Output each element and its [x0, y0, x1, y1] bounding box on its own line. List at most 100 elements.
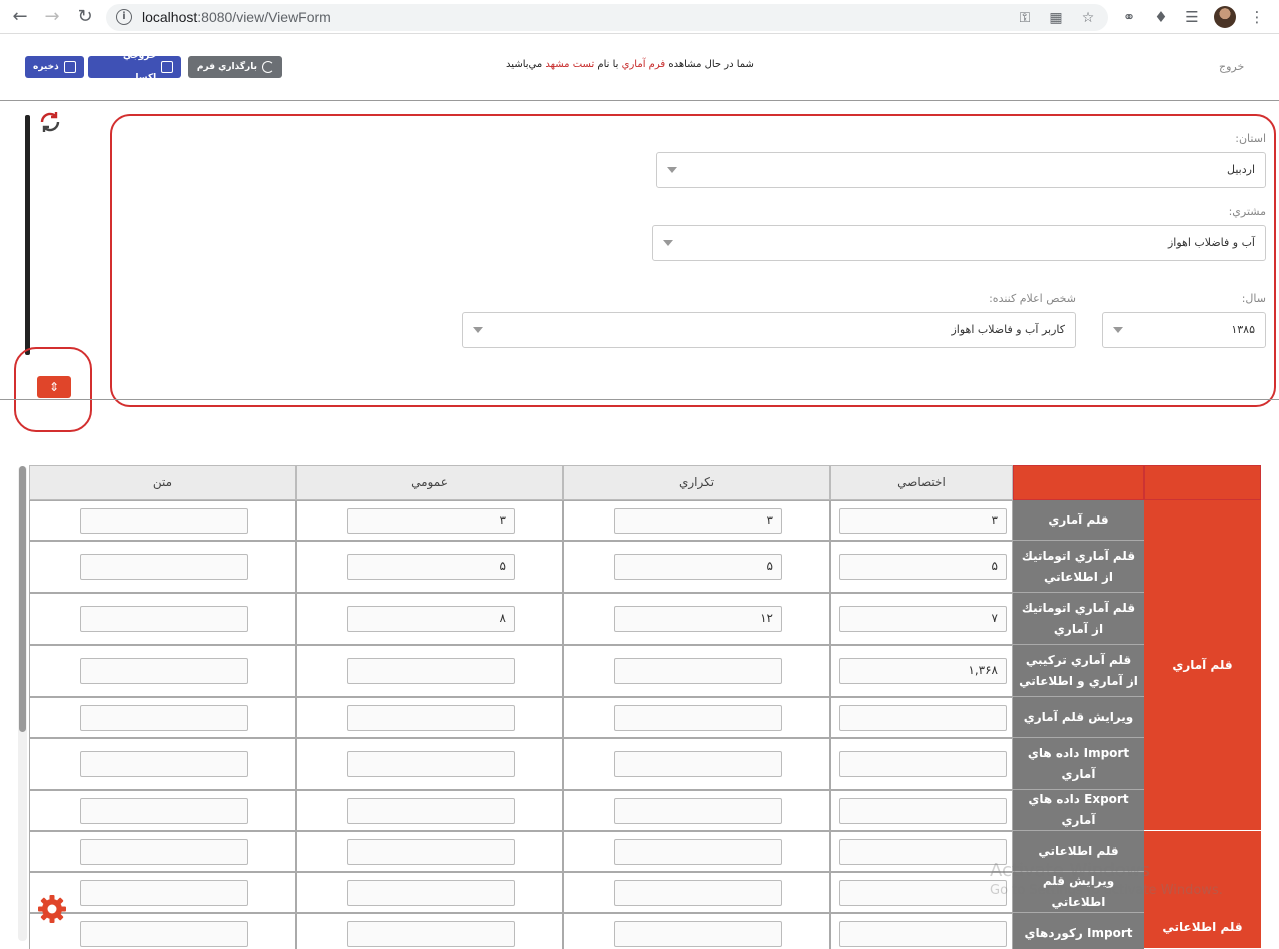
table-cell-general — [296, 645, 563, 697]
splitter-rail[interactable] — [25, 115, 30, 355]
value-input-text[interactable] — [80, 606, 248, 632]
value-input-text[interactable] — [80, 879, 248, 906]
value-input-text[interactable] — [80, 797, 248, 824]
customer-select[interactable]: آب و فاضلاب اهواز — [652, 225, 1266, 261]
value-input-text[interactable] — [80, 554, 248, 580]
table-cell-repeated — [563, 645, 830, 697]
value-input-repeated[interactable] — [614, 920, 782, 947]
watermark-title: Activate Windows — [990, 860, 1150, 881]
table-cell-specific — [830, 790, 1013, 831]
province-select[interactable]: اردبيل — [656, 152, 1266, 188]
value-input-text[interactable] — [80, 704, 248, 731]
column-header-general: عمومي — [296, 465, 563, 500]
value-input-general[interactable] — [347, 838, 515, 865]
value-input-general[interactable] — [347, 751, 515, 777]
media-queue-icon[interactable]: ☰ — [1183, 8, 1201, 26]
table-cell-repeated: ۱۲ — [563, 593, 830, 645]
value-input-specific[interactable] — [839, 751, 1007, 777]
value-input-specific[interactable] — [839, 838, 1007, 865]
exit-link[interactable]: خروج — [1219, 60, 1244, 73]
table-cell-repeated — [563, 831, 830, 872]
msg-part2: با نام — [594, 59, 622, 70]
value-input-repeated[interactable]: ۳ — [614, 507, 782, 534]
column-header-text: متن — [29, 465, 296, 500]
key-icon[interactable]: ⚿ — [1016, 9, 1034, 27]
table-cell-specific: ۱,۳۶۸ — [830, 645, 1013, 697]
value-input-specific[interactable]: ۵ — [839, 554, 1007, 580]
excel-export-button[interactable]: خروجي اكسل — [88, 51, 181, 83]
value-input-text[interactable] — [80, 920, 248, 947]
value-input-specific[interactable]: ۱,۳۶۸ — [839, 658, 1007, 684]
url-text[interactable]: localhost:8080/view/ViewForm — [142, 9, 331, 25]
value-input-text[interactable] — [80, 658, 248, 684]
value-input-general[interactable] — [347, 797, 515, 824]
province-value: اردبيل — [1227, 163, 1255, 176]
browser-toolbar: ← → ↻ i localhost:8080/view/ViewForm ⚿ ▦… — [0, 0, 1279, 34]
save-button[interactable]: ذخيره — [25, 56, 84, 78]
value-input-specific[interactable]: ۳ — [839, 507, 1007, 534]
table-cell-repeated — [563, 913, 830, 949]
bookmark-star-icon[interactable]: ☆ — [1079, 9, 1097, 27]
table-cell-repeated: ۵ — [563, 541, 830, 593]
group-header — [1144, 465, 1261, 500]
value-input-text[interactable] — [80, 838, 248, 865]
value-input-repeated[interactable] — [614, 658, 782, 684]
table-cell-specific — [830, 872, 1013, 913]
value-input-text[interactable] — [80, 507, 248, 534]
windows-activation-watermark: Activate Windows Go to Settings to activ… — [990, 860, 1223, 898]
value-input-repeated[interactable]: ۱۲ — [614, 606, 782, 632]
table-cell-text — [29, 645, 296, 697]
menu-kebab-icon[interactable]: ⋮ — [1248, 8, 1266, 26]
value-input-general[interactable] — [347, 879, 515, 906]
declarer-select[interactable]: كاربر آب و فاضلاب اهواز — [462, 312, 1076, 348]
year-select[interactable]: ۱۳۸۵ — [1102, 312, 1266, 348]
table-cell-specific: ۳ — [830, 500, 1013, 541]
value-input-specific[interactable] — [839, 704, 1007, 731]
province-label: استان: — [1235, 132, 1266, 145]
table-scrollbar[interactable] — [18, 466, 27, 941]
value-input-general[interactable]: ۸ — [347, 606, 515, 632]
value-input-specific[interactable]: ۷ — [839, 606, 1007, 632]
chevron-down-icon — [473, 327, 483, 333]
reload-form-button[interactable]: بارگذاري فرم — [188, 56, 282, 78]
back-icon[interactable]: ← — [9, 6, 31, 28]
extension-cycle-icon[interactable]: ⚭ — [1120, 8, 1138, 26]
translate-icon[interactable]: ▦ — [1047, 9, 1065, 27]
site-info-icon[interactable]: i — [116, 9, 132, 25]
row-label: قلم آماري اتوماتيك از آماري — [1013, 593, 1144, 645]
puzzle-extensions-icon[interactable]: ♦ — [1152, 8, 1170, 26]
table-cell-specific: ۷ — [830, 593, 1013, 645]
value-input-general[interactable]: ۵ — [347, 554, 515, 580]
row-label: Export داده هاي آماري — [1013, 790, 1144, 831]
group-statistical-item: قلم آماري — [1144, 500, 1261, 831]
value-input-repeated[interactable] — [614, 704, 782, 731]
settings-gear-icon[interactable] — [37, 894, 67, 924]
value-input-repeated[interactable] — [614, 879, 782, 906]
customer-label: مشتري: — [1228, 205, 1266, 218]
declarer-label: شخص اعلام كننده: — [989, 292, 1076, 305]
table-cell-text — [29, 738, 296, 790]
value-input-specific[interactable] — [839, 920, 1007, 947]
profile-avatar[interactable] — [1214, 6, 1236, 28]
forward-icon[interactable]: → — [41, 6, 63, 28]
value-input-repeated[interactable] — [614, 751, 782, 777]
value-input-general[interactable]: ۳ — [347, 507, 515, 534]
value-input-repeated[interactable] — [614, 797, 782, 824]
value-input-specific[interactable] — [839, 879, 1007, 906]
customer-value: آب و فاضلاب اهواز — [1168, 236, 1255, 249]
column-header-specific: اختصاصي — [830, 465, 1013, 500]
table-cell-repeated — [563, 790, 830, 831]
reload-icon[interactable]: ↻ — [74, 6, 96, 28]
scrollbar-thumb[interactable] — [19, 466, 26, 732]
value-input-repeated[interactable] — [614, 838, 782, 865]
value-input-specific[interactable] — [839, 797, 1007, 824]
value-input-text[interactable] — [80, 751, 248, 777]
address-bar[interactable]: i localhost:8080/view/ViewForm ⚿ ▦ ☆ — [106, 4, 1108, 31]
value-input-general[interactable] — [347, 658, 515, 684]
value-input-repeated[interactable]: ۵ — [614, 554, 782, 580]
value-input-general[interactable] — [347, 704, 515, 731]
refresh-icon[interactable] — [38, 110, 62, 134]
row-label: قلم آماري — [1013, 500, 1144, 541]
value-input-general[interactable] — [347, 920, 515, 947]
table-cell-text — [29, 913, 296, 949]
